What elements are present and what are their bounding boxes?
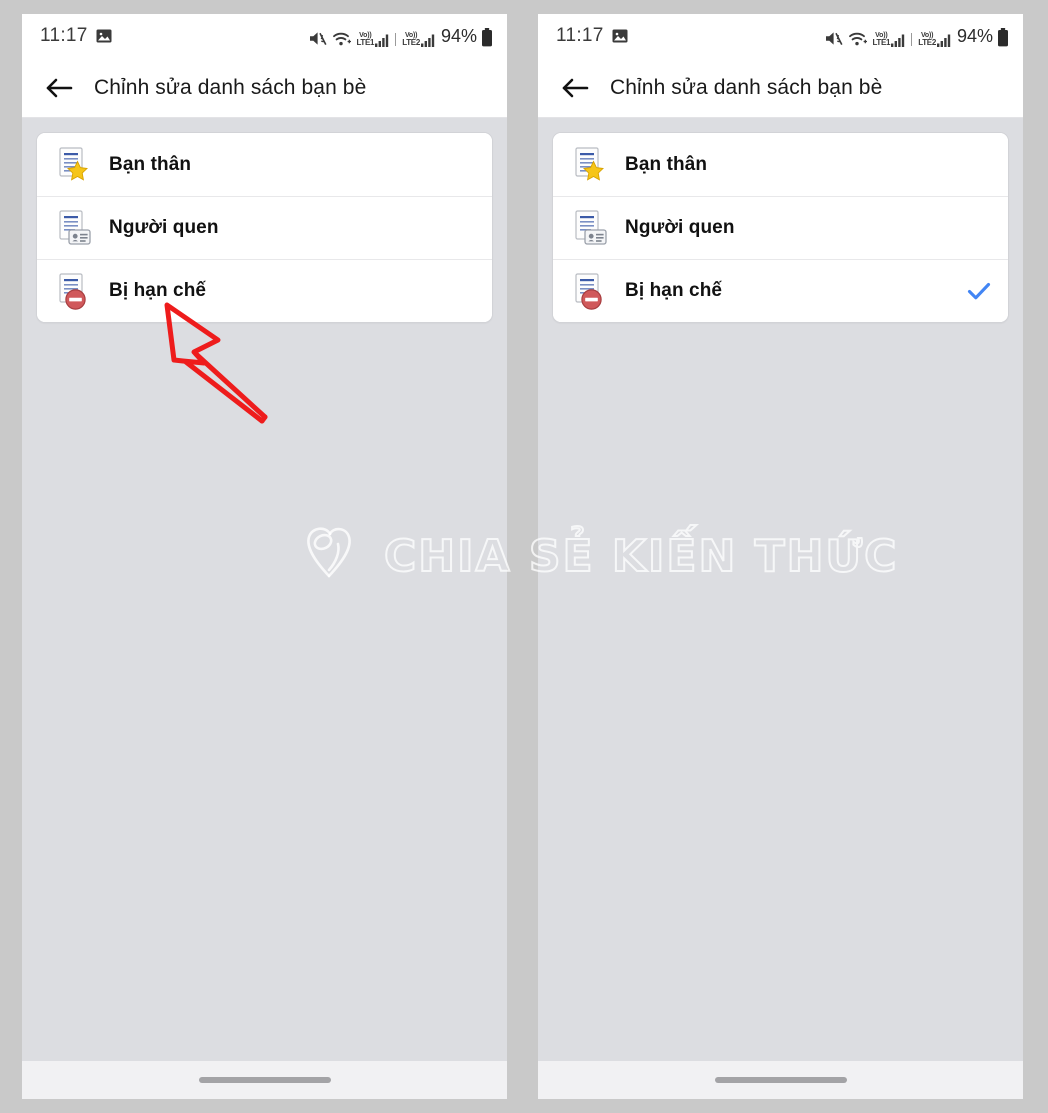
status-bar: 11:17 Vo)) LTE1 Vo)) LTE2 94% (22, 14, 507, 58)
list-item-label: Bạn thân (625, 153, 708, 175)
volte-lte2-icon: Vo)) LTE2 (918, 32, 936, 47)
sim2-group: Vo)) LTE2 (918, 32, 951, 47)
status-clock: 11:17 (40, 25, 88, 46)
image-icon (96, 28, 112, 44)
volte-lte2-icon: Vo)) LTE2 (402, 32, 420, 47)
document-restricted-icon (55, 271, 95, 311)
list-item-nguoi-quen[interactable]: Người quen (37, 196, 492, 259)
list-item-bi-han-che[interactable]: Bị hạn chế (37, 259, 492, 322)
list-item-label: Bị hạn chế (625, 280, 723, 301)
signal-bars-icon (891, 33, 905, 47)
back-button[interactable] (558, 71, 592, 105)
home-indicator[interactable] (714, 1077, 847, 1083)
list-item-nguoi-quen[interactable]: Người quen (553, 196, 1008, 259)
image-icon (612, 28, 628, 44)
battery-icon (481, 27, 493, 47)
list-item-label: Bạn thân (109, 153, 192, 175)
list-item-label: Người quen (625, 217, 735, 238)
lte-label: LTE1 (356, 37, 375, 47)
status-bar: 11:17 Vo)) LTE1 Vo)) LTE2 94% (538, 14, 1023, 58)
arrow-left-icon (562, 78, 589, 97)
wifi-icon (848, 30, 868, 47)
status-bar-left: 11:17 (40, 25, 112, 47)
volume-mute-icon (825, 30, 844, 47)
lte-label: LTE2 (402, 37, 420, 47)
document-star-icon (571, 145, 611, 185)
wifi-icon (332, 30, 352, 47)
content-area: Bạn thân Người quen Bị hạn chế (22, 118, 507, 1098)
status-clock: 11:17 (556, 25, 604, 46)
page-title: Chỉnh sửa danh sách bạn bè (94, 75, 367, 99)
volume-mute-icon (309, 30, 328, 47)
volte-lte1-icon: Vo)) LTE1 (356, 32, 374, 47)
sim-divider (911, 32, 913, 46)
home-indicator[interactable] (198, 1077, 331, 1083)
phone-panel-before: 11:17 Vo)) LTE1 Vo)) LTE2 94% Chỉnh sửa … (22, 14, 507, 1099)
system-navigation-bar (538, 1061, 1023, 1099)
list-item-label: Người quen (109, 217, 219, 238)
battery-icon (997, 27, 1009, 47)
back-button[interactable] (42, 71, 76, 105)
signal-bars-icon (375, 33, 389, 47)
phone-panel-after: 11:17 Vo)) LTE1 Vo)) LTE2 94% Chỉnh sửa … (538, 14, 1023, 1099)
battery-percent: 94% (956, 25, 993, 46)
signal-bars-icon (420, 33, 435, 47)
lte-label: LTE1 (872, 37, 891, 47)
status-bar-right: Vo)) LTE1 Vo)) LTE2 94% (825, 26, 1009, 47)
sim1-group: Vo)) LTE1 (356, 32, 389, 47)
friend-list-card: Bạn thân Người quen Bị hạn chế (552, 132, 1009, 323)
document-idcard-icon (571, 208, 611, 248)
app-bar: Chỉnh sửa danh sách bạn bè (22, 58, 507, 118)
list-item-bi-han-che[interactable]: Bị hạn chế (553, 259, 1008, 322)
battery-percent: 94% (440, 25, 477, 46)
list-item-label: Bị hạn chế (109, 280, 207, 301)
status-bar-right: Vo)) LTE1 Vo)) LTE2 94% (309, 26, 493, 47)
volte-lte1-icon: Vo)) LTE1 (872, 32, 890, 47)
document-restricted-icon (571, 271, 611, 311)
list-item-ban-than[interactable]: Bạn thân (37, 133, 492, 196)
page-title: Chỉnh sửa danh sách bạn bè (610, 75, 883, 99)
sim-divider (395, 32, 397, 46)
document-idcard-icon (55, 208, 95, 248)
arrow-left-icon (46, 78, 73, 97)
check-icon (966, 278, 992, 304)
list-item-ban-than[interactable]: Bạn thân (553, 133, 1008, 196)
content-area: Bạn thân Người quen Bị hạn chế (538, 118, 1023, 1098)
document-star-icon (55, 145, 95, 185)
app-bar: Chỉnh sửa danh sách bạn bè (538, 58, 1023, 118)
signal-bars-icon (936, 33, 951, 47)
sim1-group: Vo)) LTE1 (872, 32, 905, 47)
status-bar-left: 11:17 (556, 25, 628, 47)
friend-list-card: Bạn thân Người quen Bị hạn chế (36, 132, 493, 323)
system-navigation-bar (22, 1061, 507, 1099)
lte-label: LTE2 (918, 37, 936, 47)
screenshot-stage: 11:17 Vo)) LTE1 Vo)) LTE2 94% Chỉnh sửa … (0, 0, 1048, 1113)
sim2-group: Vo)) LTE2 (402, 32, 435, 47)
